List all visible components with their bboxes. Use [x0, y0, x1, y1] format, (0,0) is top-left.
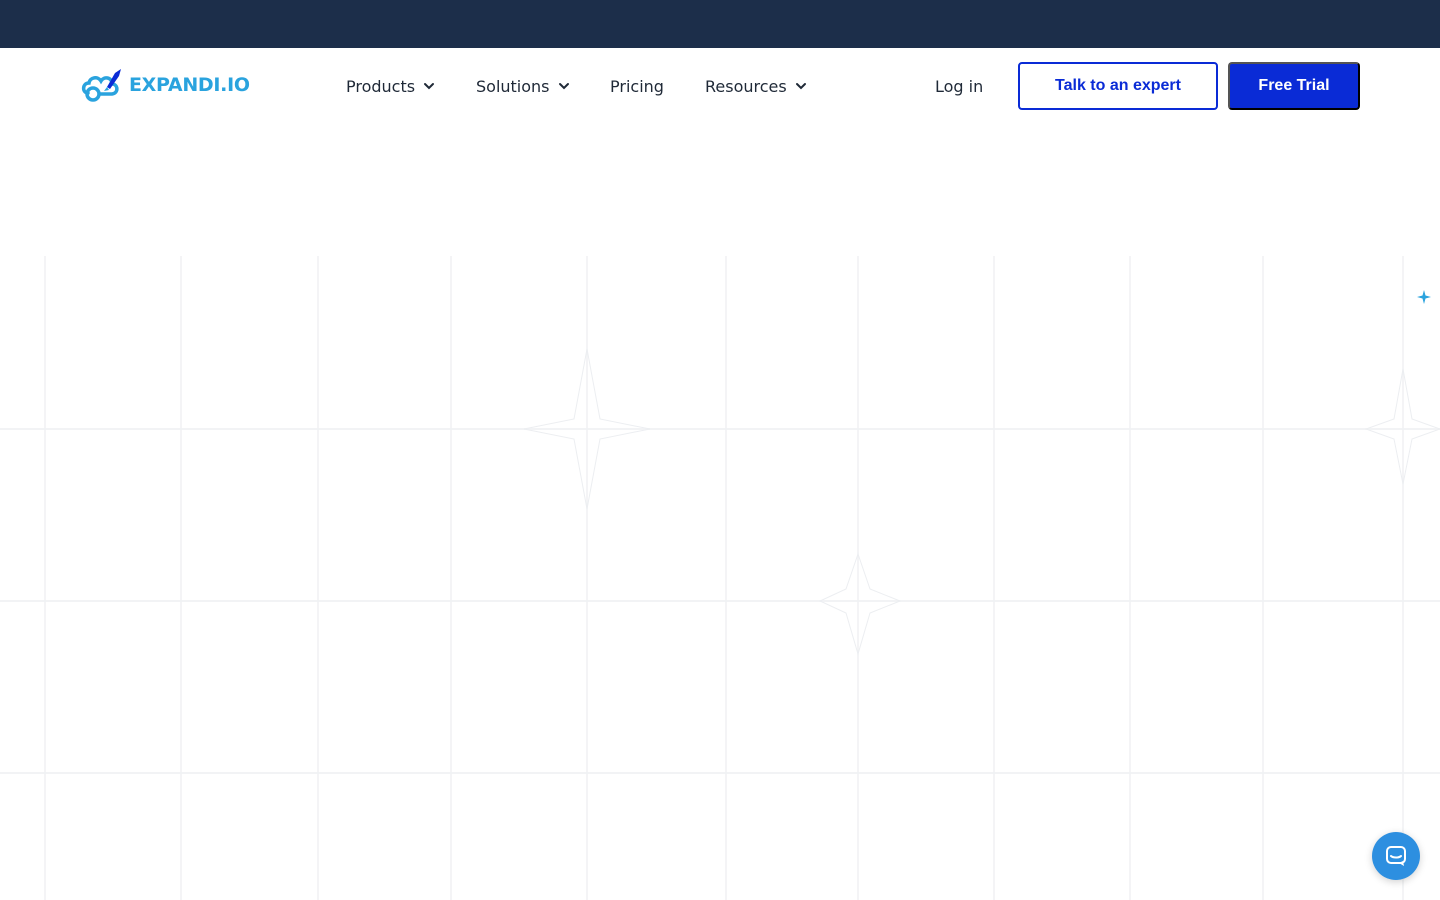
chevron-down-icon: [558, 82, 570, 90]
chevron-down-icon: [795, 82, 807, 90]
nav-item-resources[interactable]: Resources: [705, 74, 807, 98]
chat-bubble-icon: [1386, 846, 1406, 866]
nav-item-pricing[interactable]: Pricing: [610, 74, 664, 98]
free-trial-button[interactable]: Free Trial: [1228, 62, 1360, 110]
logo-wordmark: EXPANDI.IO: [129, 74, 250, 96]
rocket-cloud-icon: [81, 69, 121, 102]
sparkle-icon: [1417, 290, 1431, 304]
talk-to-expert-button[interactable]: Talk to an expert: [1018, 62, 1218, 110]
nav-item-products[interactable]: Products: [346, 74, 435, 98]
top-announcement-strip: [0, 0, 1440, 48]
nav-label: Pricing: [610, 76, 664, 96]
nav-item-solutions[interactable]: Solutions: [476, 74, 570, 98]
hero-grid-background: [0, 256, 1440, 900]
chevron-down-icon: [423, 82, 435, 90]
site-header: EXPANDI.IO Products Solutions Pricing Re…: [0, 48, 1440, 124]
nav-label: Products: [346, 76, 416, 96]
login-link[interactable]: Log in: [935, 74, 983, 98]
site-logo[interactable]: EXPANDI.IO: [80, 67, 250, 103]
chat-launcher-button[interactable]: [1372, 832, 1420, 880]
nav-label: Resources: [705, 76, 787, 96]
nav-label: Solutions: [476, 76, 550, 96]
